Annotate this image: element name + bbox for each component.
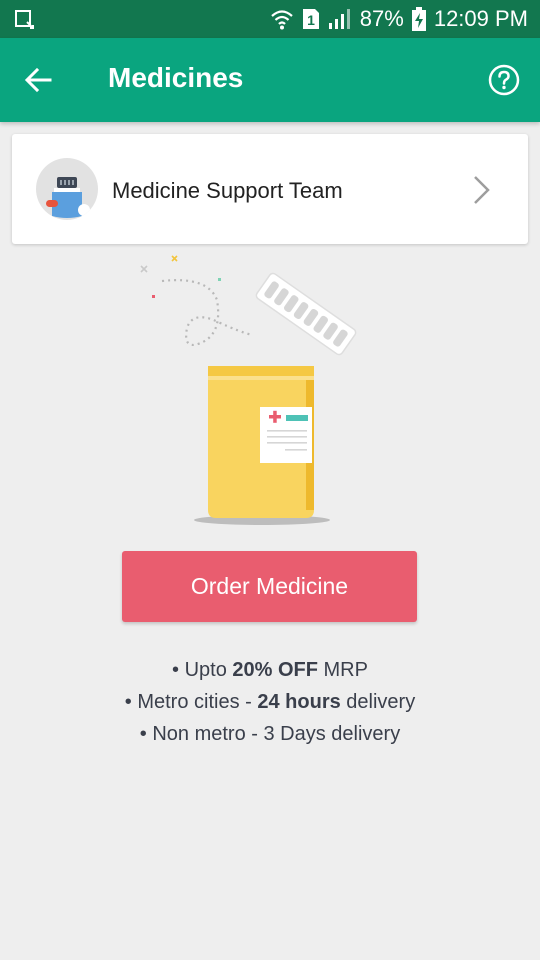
pill-strip-icon	[255, 272, 357, 356]
feature-item: • Non metro - 3 Days delivery	[139, 723, 401, 745]
dotted-path	[161, 279, 253, 346]
feature-item: • Metro cities - 24 hours delivery	[124, 691, 416, 713]
support-team-title: Medicine Support Team	[112, 178, 343, 203]
sparkle-dot	[218, 278, 221, 281]
medicine-bottle-avatar-icon	[46, 177, 90, 218]
back-button[interactable]	[18, 60, 58, 100]
clock: 12:09 PM	[433, 6, 528, 31]
medicine-jar-illustration	[140, 255, 357, 525]
wifi-icon	[271, 10, 293, 30]
battery-charging-icon	[411, 7, 426, 31]
sparkle-dot	[152, 295, 155, 298]
feature-item: • Upto 20% OFF MRP	[172, 659, 368, 681]
feature-list: • Upto 20% OFF MRP • Metro cities - 24 h…	[0, 654, 540, 750]
battery-percent: 87%	[359, 6, 404, 31]
screenshot-icon	[15, 10, 34, 29]
avatar	[36, 158, 98, 220]
sparkle-icon	[140, 265, 148, 273]
sparkle-icon	[171, 255, 178, 262]
chevron-right-icon	[474, 176, 490, 204]
order-medicine-button[interactable]: Order Medicine	[122, 551, 417, 622]
support-team-card[interactable]: Medicine Support Team	[12, 134, 528, 244]
signal-icon	[328, 9, 350, 29]
status-bar: 1 87% 12:09 PM	[0, 0, 540, 38]
sim-1-icon: 1	[302, 9, 319, 29]
page-title: Medicines	[108, 62, 244, 93]
help-circle-icon[interactable]	[488, 64, 520, 96]
medicine-jar-icon	[208, 366, 314, 518]
sim-slot-label: 1	[307, 12, 315, 28]
arrow-back-icon	[24, 67, 52, 93]
app-bar: Medicines	[0, 38, 540, 122]
